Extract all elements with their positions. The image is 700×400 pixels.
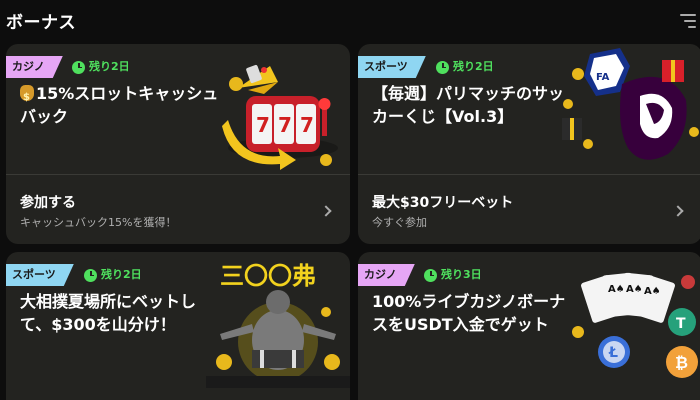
card-title: 15%スロットキャッシュバック xyxy=(20,82,225,128)
svg-text:7: 7 xyxy=(300,113,314,137)
bonus-card-slot-cashback[interactable]: カジノ 残り2日 15%スロットキャッシュバック 7 7 7 参加する キャッシ… xyxy=(6,44,350,244)
bonus-card-soccer-lottery[interactable]: スポーツ 残り2日 【毎週】パリマッチのサッカーくじ【Vol.3】 FA 最大$… xyxy=(358,44,700,244)
sumo-wrestler-illustration: 三〇〇弗 xyxy=(206,262,350,388)
cta-subtext: キャッシュバック15%を獲得！ xyxy=(20,216,177,229)
cta-subtext: 今すぐ参加 xyxy=(372,216,427,229)
category-tag: スポーツ xyxy=(358,56,426,78)
cta-label: 最大$30フリーベット xyxy=(372,195,514,211)
card-title: 100%ライブカジノボーナスをUSDT入金でゲット xyxy=(372,292,566,334)
svg-text:T: T xyxy=(676,316,686,332)
chevron-right-icon xyxy=(672,205,684,217)
days-left-text: 残り3日 xyxy=(441,268,482,281)
days-left-text: 残り2日 xyxy=(89,60,130,73)
days-left-badge: 残り3日 xyxy=(424,265,482,285)
days-left-badge: 残り2日 xyxy=(84,265,142,285)
bonus-card-sumo[interactable]: スポーツ 残り2日 大相撲夏場所にベットして、$300を山分け！ 三〇〇弗 xyxy=(6,252,350,400)
filter-icon[interactable] xyxy=(678,12,698,30)
svg-text:A♠: A♠ xyxy=(608,284,625,295)
page-title: ボーナス xyxy=(6,13,76,33)
svg-text:Ł: Ł xyxy=(608,345,618,361)
bonus-card-live-casino[interactable]: カジノ 残り3日 100%ライブカジノボーナスをUSDT入金でゲット A♠ A♠… xyxy=(358,252,700,400)
svg-text:7: 7 xyxy=(256,113,270,137)
svg-text:7: 7 xyxy=(278,113,292,137)
money-bag-icon xyxy=(20,85,34,109)
clock-icon xyxy=(424,268,437,282)
clock-icon xyxy=(72,60,85,74)
clock-icon xyxy=(436,60,449,74)
prize-banner-text: 三〇〇弗 xyxy=(220,262,316,290)
svg-text:₿: ₿ xyxy=(675,353,688,372)
category-tag: カジノ xyxy=(6,56,63,78)
days-left-badge: 残り2日 xyxy=(72,57,130,77)
card-title: 大相撲夏場所にベットして、$300を山分け！ xyxy=(20,292,197,334)
chevron-right-icon xyxy=(320,205,332,217)
page-header: ボーナス xyxy=(0,0,700,40)
cta-label: 参加する xyxy=(20,195,76,211)
soccer-league-illustration: FA xyxy=(562,48,699,160)
clock-icon xyxy=(84,268,97,282)
category-tag: スポーツ xyxy=(6,264,74,286)
svg-text:A♠: A♠ xyxy=(644,286,661,297)
svg-text:A♠: A♠ xyxy=(626,284,643,295)
card-divider xyxy=(6,174,350,175)
svg-text:FA: FA xyxy=(596,72,610,83)
days-left-badge: 残り2日 xyxy=(436,57,494,77)
card-title: 【毎週】パリマッチのサッカーくじ【Vol.3】 xyxy=(372,84,565,126)
card-divider xyxy=(358,174,700,175)
category-tag: カジノ xyxy=(358,264,415,286)
days-left-text: 残り2日 xyxy=(453,60,494,73)
slot-machine-illustration: 7 7 7 xyxy=(222,64,338,170)
days-left-text: 残り2日 xyxy=(101,268,142,281)
cards-and-crypto-illustration: A♠ A♠ A♠ Ł ₿ T xyxy=(572,272,698,378)
